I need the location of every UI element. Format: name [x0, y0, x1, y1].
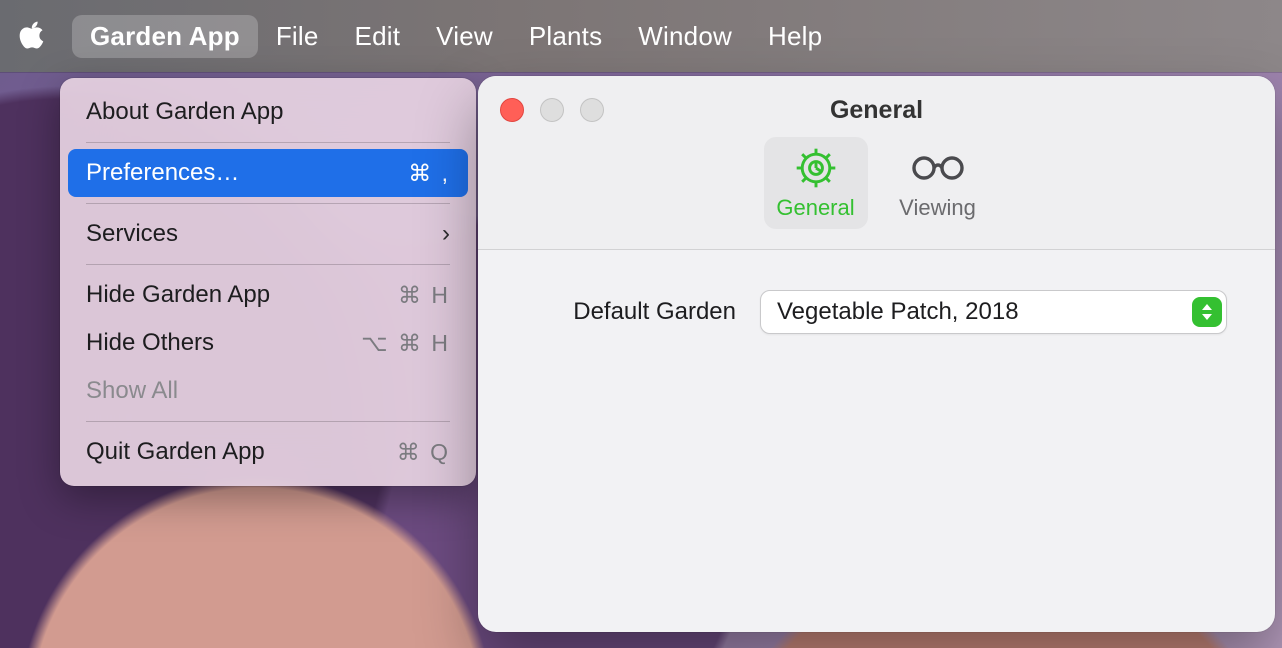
menubar-help[interactable]: Help — [750, 15, 840, 58]
general-pane: Default Garden Vegetable Patch, 2018 — [478, 250, 1275, 374]
menu-separator — [86, 142, 450, 143]
tab-general-label: General — [764, 195, 868, 221]
menu-hide-app-shortcut: ⌘ H — [398, 282, 450, 309]
menu-hide-others-shortcut: ⌥ ⌘ H — [361, 330, 450, 357]
menu-hide-app-label: Hide Garden App — [86, 281, 270, 309]
menu-preferences-label: Preferences… — [86, 159, 239, 187]
default-garden-value: Vegetable Patch, 2018 — [777, 298, 1019, 326]
updown-arrows-icon — [1192, 297, 1222, 327]
app-menu: About Garden App Preferences… ⌘ , Servic… — [60, 78, 476, 486]
menu-quit-shortcut: ⌘ Q — [397, 439, 450, 466]
tab-viewing-label: Viewing — [886, 195, 990, 221]
menu-show-all: Show All — [68, 367, 468, 415]
chevron-right-icon: › — [442, 220, 450, 248]
menubar-app-name[interactable]: Garden App — [72, 15, 258, 58]
preferences-window: General — [478, 76, 1275, 632]
menu-about[interactable]: About Garden App — [68, 88, 468, 136]
close-button[interactable] — [500, 98, 524, 122]
menubar-plants[interactable]: Plants — [511, 15, 620, 58]
preferences-tabs: General Viewing — [478, 137, 1275, 241]
zoom-button[interactable] — [580, 98, 604, 122]
menu-bar: Garden App File Edit View Plants Window … — [0, 0, 1282, 72]
menu-quit[interactable]: Quit Garden App ⌘ Q — [68, 428, 468, 476]
apple-menu[interactable] — [18, 20, 46, 50]
gear-icon — [764, 147, 868, 189]
menu-quit-label: Quit Garden App — [86, 438, 265, 466]
menu-services[interactable]: Services › — [68, 210, 468, 258]
preferences-toolbar: General — [478, 76, 1275, 250]
apple-icon — [18, 20, 46, 50]
menu-hide-app[interactable]: Hide Garden App ⌘ H — [68, 271, 468, 319]
default-garden-popup[interactable]: Vegetable Patch, 2018 — [760, 290, 1227, 334]
minimize-button[interactable] — [540, 98, 564, 122]
menu-about-label: About Garden App — [86, 98, 283, 126]
menu-separator — [86, 264, 450, 265]
menu-separator — [86, 203, 450, 204]
menu-hide-others-label: Hide Others — [86, 329, 214, 357]
menu-services-label: Services — [86, 220, 178, 248]
glasses-icon — [886, 147, 990, 189]
menu-separator — [86, 421, 450, 422]
menu-preferences[interactable]: Preferences… ⌘ , — [68, 149, 468, 197]
menu-show-all-label: Show All — [86, 377, 178, 405]
window-controls — [500, 98, 604, 122]
menubar-file[interactable]: File — [258, 15, 337, 58]
tab-general[interactable]: General — [764, 137, 868, 229]
menu-hide-others[interactable]: Hide Others ⌥ ⌘ H — [68, 319, 468, 367]
menubar-view[interactable]: View — [418, 15, 511, 58]
default-garden-label: Default Garden — [526, 298, 736, 326]
menubar-edit[interactable]: Edit — [337, 15, 419, 58]
tab-viewing[interactable]: Viewing — [886, 137, 990, 229]
menu-preferences-shortcut: ⌘ , — [408, 160, 450, 187]
menubar-window[interactable]: Window — [620, 15, 750, 58]
